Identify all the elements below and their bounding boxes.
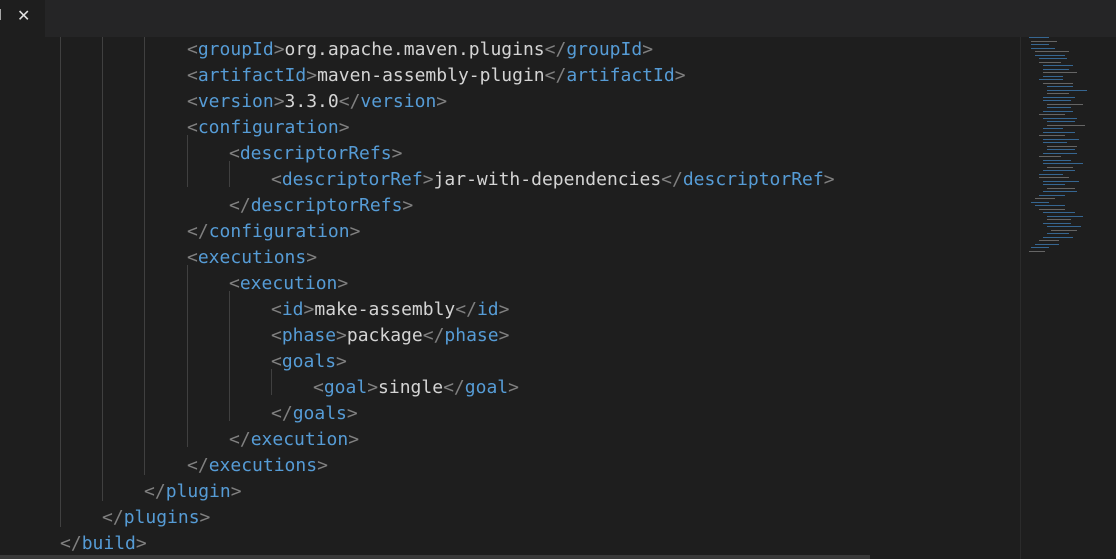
minimap-line <box>1031 47 1055 49</box>
minimap-line <box>1043 142 1067 143</box>
minimap-line <box>1031 247 1049 248</box>
minimap-line <box>1043 110 1073 112</box>
code-line: <version>3.3.0</version> <box>187 91 448 112</box>
minimap-line <box>1039 61 1061 63</box>
minimap-line <box>1051 229 1077 231</box>
indent-guide <box>102 37 103 501</box>
minimap-line <box>1047 187 1075 189</box>
minimap-line <box>1035 205 1065 206</box>
minimap-line <box>1039 135 1065 136</box>
code-line: <execution> <box>229 273 349 294</box>
code-line: </goals> <box>271 403 358 424</box>
minimap-line <box>1047 86 1073 87</box>
code-line: </build> <box>60 533 147 554</box>
code-line: </plugin> <box>144 481 242 502</box>
minimap-line <box>1043 212 1075 213</box>
minimap-line <box>1043 152 1077 154</box>
indent-guide <box>229 291 230 421</box>
code-line: </descriptorRefs> <box>229 195 414 216</box>
minimap-line <box>1043 65 1073 66</box>
minimap-line <box>1043 128 1063 129</box>
minimap-line <box>1031 40 1057 42</box>
minimap-line <box>1029 250 1045 252</box>
tab-bar: l ✕ <box>0 0 1116 37</box>
minimap-line <box>1043 68 1069 70</box>
minimap-line <box>1047 93 1069 94</box>
code-line: <goal>single</goal> <box>313 377 519 398</box>
code-line: </configuration> <box>187 221 361 242</box>
indent-guide <box>60 37 61 527</box>
minimap-line <box>1047 233 1069 234</box>
minimap-line <box>1035 243 1059 245</box>
code-line: <artifactId>maven-assembly-plugin</artif… <box>187 65 686 86</box>
indent-guide <box>187 265 188 447</box>
code-line: <goals> <box>271 351 347 372</box>
minimap-line <box>1043 163 1083 164</box>
minimap-line <box>1039 79 1063 80</box>
minimap-line <box>1047 124 1085 126</box>
minimap[interactable] <box>1020 37 1116 559</box>
code-line: <phase>package</phase> <box>271 325 510 346</box>
minimap-line <box>1043 180 1079 182</box>
tab-active-file[interactable]: l ✕ <box>0 0 45 37</box>
minimap-line <box>1043 138 1079 140</box>
minimap-line <box>1039 194 1065 196</box>
close-icon[interactable]: ✕ <box>17 6 30 25</box>
minimap-line <box>1035 54 1065 56</box>
minimap-line <box>1043 236 1073 238</box>
code-line: <groupId>org.apache.maven.plugins</group… <box>187 39 654 60</box>
code-line: <executions> <box>187 247 318 268</box>
minimap-line <box>1043 191 1077 192</box>
minimap-line <box>1047 107 1071 108</box>
code-line: </execution> <box>229 429 360 450</box>
minimap-line <box>1047 219 1071 220</box>
minimap-line <box>1043 96 1075 98</box>
minimap-line <box>1039 208 1065 210</box>
code-line: <configuration> <box>187 117 350 138</box>
minimap-line <box>1029 37 1049 38</box>
minimap-line <box>1035 51 1069 52</box>
indent-guide <box>144 37 145 475</box>
code-line: <descriptorRefs> <box>229 143 403 164</box>
minimap-line <box>1039 58 1067 59</box>
minimap-line <box>1047 145 1077 147</box>
minimap-line <box>1039 114 1065 115</box>
minimap-line <box>1047 121 1075 122</box>
minimap-line <box>1043 131 1075 133</box>
code-editor[interactable]: <groupId>org.apache.maven.plugins</group… <box>0 37 1020 559</box>
minimap-line <box>1043 117 1077 119</box>
minimap-line <box>1043 159 1071 161</box>
minimap-line <box>1047 215 1083 217</box>
code-line: </executions> <box>187 455 328 476</box>
tab-filename: l <box>0 8 2 24</box>
minimap-line <box>1047 149 1075 150</box>
minimap-line <box>1039 177 1069 178</box>
minimap-line <box>1031 44 1049 45</box>
minimap-line <box>1043 184 1065 185</box>
minimap-line <box>1047 166 1073 168</box>
minimap-line <box>1047 226 1081 227</box>
minimap-line <box>1031 201 1049 203</box>
minimap-line <box>1043 100 1071 101</box>
minimap-line <box>1043 82 1073 84</box>
minimap-line <box>1043 75 1063 77</box>
horizontal-scrollbar[interactable] <box>0 555 870 559</box>
minimap-line <box>1039 173 1063 175</box>
minimap-line <box>1043 170 1075 171</box>
minimap-line <box>1047 103 1083 105</box>
minimap-line <box>1035 198 1055 199</box>
minimap-line <box>1043 222 1071 224</box>
minimap-line <box>1039 156 1061 157</box>
minimap-line <box>1039 240 1059 241</box>
indent-guide <box>187 135 188 187</box>
code-line: <descriptorRef>jar-with-dependencies</de… <box>271 169 835 190</box>
code-line: </plugins> <box>102 507 211 528</box>
minimap-line <box>1047 89 1087 91</box>
code-line: <id>make-assembly</id> <box>271 299 510 320</box>
minimap-line <box>1043 72 1077 73</box>
